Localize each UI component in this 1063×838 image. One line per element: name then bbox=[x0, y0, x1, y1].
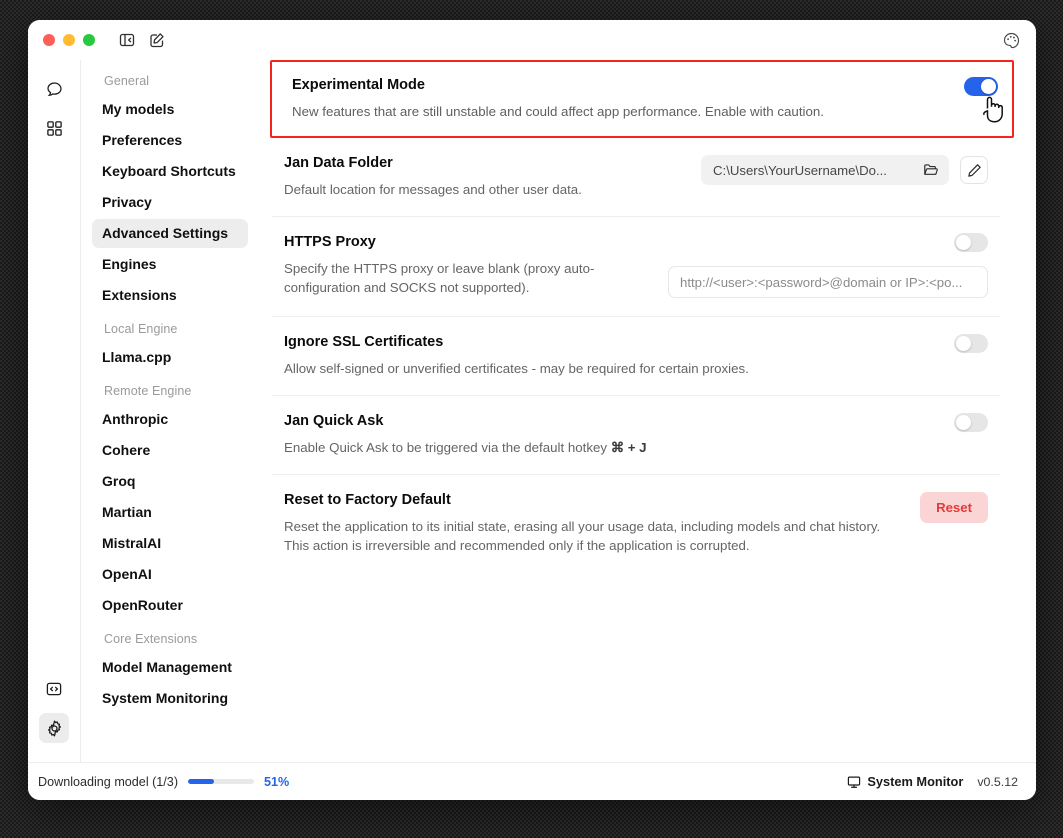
monitor-icon bbox=[847, 775, 861, 789]
settings-sidebar: General My models Preferences Keyboard S… bbox=[80, 60, 260, 762]
system-monitor-button[interactable]: System Monitor bbox=[847, 774, 963, 789]
compose-icon[interactable] bbox=[147, 30, 167, 50]
minimize-window-button[interactable] bbox=[63, 34, 75, 46]
setting-row-ignore-ssl: Ignore SSL Certificates Allow self-signe… bbox=[272, 317, 1000, 396]
sidebar-item-engines[interactable]: Engines bbox=[92, 250, 248, 279]
https-proxy-input[interactable]: http://<user>:<password>@domain or IP>:<… bbox=[668, 266, 988, 298]
chat-bubble-icon[interactable] bbox=[39, 74, 69, 104]
sidebar-item-mistralai[interactable]: MistralAI bbox=[92, 529, 248, 558]
download-progress-percent: 51% bbox=[264, 774, 290, 789]
setting-title: Experimental Mode bbox=[292, 77, 425, 93]
sidebar-item-advanced-settings[interactable]: Advanced Settings bbox=[92, 219, 248, 248]
close-window-button[interactable] bbox=[43, 34, 55, 46]
setting-description: New features that are still unstable and… bbox=[292, 104, 824, 119]
data-folder-path-value: C:\Users\YourUsername\Do... bbox=[713, 162, 887, 178]
nav-group-remote-engine: Remote Engine Anthropic Cohere Groq Mart… bbox=[81, 384, 260, 620]
nav-group-local-engine: Local Engine Llama.cpp bbox=[81, 322, 260, 372]
palette-icon[interactable] bbox=[1000, 29, 1022, 51]
nav-group-general: General My models Preferences Keyboard S… bbox=[81, 74, 260, 310]
setting-title: Jan Data Folder bbox=[284, 155, 393, 171]
sidebar-item-preferences[interactable]: Preferences bbox=[92, 126, 248, 155]
quick-ask-hotkey: ⌘ + J bbox=[610, 440, 647, 455]
ignore-ssl-toggle[interactable] bbox=[954, 334, 988, 353]
sidebar-item-my-models[interactable]: My models bbox=[92, 95, 248, 124]
setting-row-factory-reset: Reset to Factory Default Reset the appli… bbox=[272, 475, 1000, 572]
download-status-label: Downloading model (1/3) bbox=[38, 774, 179, 789]
gear-icon[interactable] bbox=[39, 713, 69, 743]
sidebar-item-martian[interactable]: Martian bbox=[92, 498, 248, 527]
setting-row-quick-ask: Jan Quick Ask Enable Quick Ask to be tri… bbox=[272, 396, 1000, 475]
sidebar-item-groq[interactable]: Groq bbox=[92, 467, 248, 496]
folder-open-icon[interactable] bbox=[923, 162, 939, 178]
quick-ask-desc-text: Enable Quick Ask to be triggered via the… bbox=[284, 440, 611, 455]
data-folder-path-box[interactable]: C:\Users\YourUsername\Do... bbox=[701, 155, 949, 185]
maximize-window-button[interactable] bbox=[83, 34, 95, 46]
pointing-hand-cursor bbox=[980, 94, 1006, 126]
settings-panel: Experimental Mode New features that are … bbox=[260, 60, 1036, 762]
edit-data-folder-button[interactable] bbox=[960, 156, 988, 184]
sidebar-item-openrouter[interactable]: OpenRouter bbox=[92, 591, 248, 620]
panel-collapse-icon[interactable] bbox=[117, 30, 137, 50]
title-bar bbox=[28, 20, 1036, 60]
sidebar-item-openai[interactable]: OpenAI bbox=[92, 560, 248, 589]
setting-title: Jan Quick Ask bbox=[284, 413, 384, 429]
toggle-knob bbox=[956, 235, 971, 250]
download-progress-fill bbox=[188, 779, 215, 784]
setting-title: HTTPS Proxy bbox=[284, 234, 376, 250]
nav-group-label: Core Extensions bbox=[104, 632, 198, 646]
reset-button[interactable]: Reset bbox=[920, 492, 988, 523]
setting-description: Default location for messages and other … bbox=[284, 182, 582, 197]
setting-row-jan-data-folder: Jan Data Folder Default location for mes… bbox=[272, 138, 1000, 217]
sidebar-item-keyboard-shortcuts[interactable]: Keyboard Shortcuts bbox=[92, 157, 248, 186]
sidebar-item-llama-cpp[interactable]: Llama.cpp bbox=[92, 343, 248, 372]
sidebar-item-privacy[interactable]: Privacy bbox=[92, 188, 248, 217]
status-bar: Downloading model (1/3) 51% System Monit… bbox=[28, 762, 1036, 800]
nav-group-label: General bbox=[104, 74, 150, 88]
nav-group-label: Remote Engine bbox=[104, 384, 192, 398]
setting-row-experimental-mode: Experimental Mode New features that are … bbox=[270, 60, 1014, 138]
sidebar-item-model-management[interactable]: Model Management bbox=[92, 653, 248, 682]
icon-rail bbox=[28, 60, 80, 762]
sidebar-item-anthropic[interactable]: Anthropic bbox=[92, 405, 248, 434]
https-proxy-toggle[interactable] bbox=[954, 233, 988, 252]
sidebar-item-extensions[interactable]: Extensions bbox=[92, 281, 248, 310]
quick-ask-toggle[interactable] bbox=[954, 413, 988, 432]
setting-title: Ignore SSL Certificates bbox=[284, 334, 444, 350]
app-version-label: v0.5.12 bbox=[977, 774, 1018, 789]
setting-row-https-proxy: HTTPS Proxy Specify the HTTPS proxy or l… bbox=[272, 217, 1000, 317]
system-monitor-label: System Monitor bbox=[867, 774, 964, 789]
code-brackets-icon[interactable] bbox=[39, 674, 69, 704]
app-window: General My models Preferences Keyboard S… bbox=[28, 20, 1036, 800]
nav-group-core-extensions: Core Extensions Model Management System … bbox=[81, 632, 260, 713]
toggle-knob bbox=[956, 415, 971, 430]
window-controls bbox=[43, 34, 95, 46]
setting-description: Enable Quick Ask to be triggered via the… bbox=[284, 438, 647, 457]
toggle-knob bbox=[981, 79, 996, 94]
setting-description: Allow self-signed or unverified certific… bbox=[284, 361, 749, 376]
pencil-edit-icon bbox=[967, 163, 982, 178]
sidebar-item-system-monitoring[interactable]: System Monitoring bbox=[92, 684, 248, 713]
toggle-knob bbox=[956, 336, 971, 351]
sidebar-item-cohere[interactable]: Cohere bbox=[92, 436, 248, 465]
window-body: General My models Preferences Keyboard S… bbox=[28, 60, 1036, 762]
setting-description: Specify the HTTPS proxy or leave blank (… bbox=[284, 261, 595, 295]
setting-description: Reset the application to its initial sta… bbox=[284, 519, 881, 553]
download-progress-bar bbox=[188, 779, 255, 784]
grid-apps-icon[interactable] bbox=[39, 113, 69, 143]
nav-group-label: Local Engine bbox=[104, 322, 178, 336]
setting-title: Reset to Factory Default bbox=[284, 492, 451, 508]
